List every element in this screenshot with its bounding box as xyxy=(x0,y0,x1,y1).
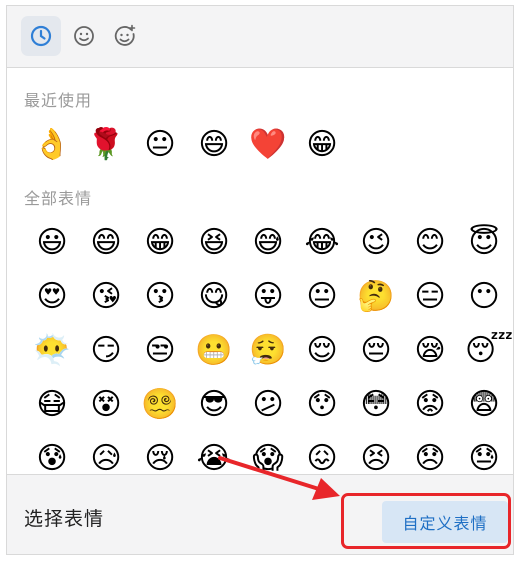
emoji-item[interactable]: 😣 xyxy=(357,440,395,478)
emoji-item[interactable]: 😥 xyxy=(87,440,125,478)
tab-emoji[interactable] xyxy=(64,16,104,56)
clock-icon xyxy=(30,25,52,47)
emoji-item[interactable]: 😎 xyxy=(195,386,233,424)
emoji-item[interactable]: 😌 xyxy=(303,332,341,370)
emoji-item[interactable]: 😮‍💨 xyxy=(249,332,287,370)
emoji-item[interactable]: 🤔 xyxy=(357,278,395,316)
emoji-item[interactable]: 😂 xyxy=(303,224,341,262)
emoji-item[interactable]: 😖 xyxy=(303,440,341,478)
emoji-item[interactable]: 😵‍💫 xyxy=(141,386,179,424)
emoji-item[interactable]: 😆 xyxy=(195,224,233,262)
emoji-item[interactable]: 😊 xyxy=(411,224,449,262)
recent-emoji[interactable]: 😐 xyxy=(141,126,179,164)
section-title-all: 全部表情 xyxy=(24,189,93,208)
emoji-item[interactable]: 😱 xyxy=(249,440,287,478)
emoji-item[interactable]: 😬 xyxy=(195,332,233,370)
emoji-item[interactable]: 😕 xyxy=(249,386,287,424)
footer-title: 选择表情 xyxy=(24,508,105,530)
recent-emoji[interactable]: 🌹 xyxy=(87,126,125,164)
emoji-item[interactable]: 😔 xyxy=(357,332,395,370)
emoji-item[interactable]: 😐 xyxy=(303,278,341,316)
emoji-item[interactable]: 😴 xyxy=(465,332,513,370)
emoji-item[interactable]: 😯 xyxy=(303,386,341,424)
emoji-item[interactable]: 😑 xyxy=(411,278,449,316)
emoji-item[interactable]: 😉 xyxy=(357,224,395,262)
emoji-item[interactable]: 😃 xyxy=(33,224,71,262)
tab-sticker[interactable] xyxy=(105,16,145,56)
recent-emoji[interactable]: 😄 xyxy=(195,126,233,164)
emoji-item[interactable]: 😘 xyxy=(87,278,125,316)
emoji-item[interactable]: 😶 xyxy=(465,278,503,316)
recent-emoji[interactable]: 😁 xyxy=(303,126,341,164)
emoji-item[interactable]: 😁 xyxy=(141,224,179,262)
emoji-item[interactable]: 😒 xyxy=(141,332,179,370)
emoji-item[interactable]: 😰 xyxy=(33,440,71,478)
emoji-item[interactable]: 😓 xyxy=(465,440,503,478)
emoji-item[interactable]: 😵 xyxy=(87,386,125,424)
emoji-item[interactable]: 😏 xyxy=(87,332,125,370)
emoji-item[interactable]: 😟 xyxy=(411,386,449,424)
emoji-item[interactable]: 😛 xyxy=(249,278,287,316)
picker-footer: 选择表情 自定义表情 xyxy=(7,474,513,554)
emoji-item[interactable]: 😭 xyxy=(195,440,233,478)
emoji-item[interactable]: 😗 xyxy=(141,278,179,316)
emoji-item[interactable]: 😞 xyxy=(411,440,449,478)
emoji-item[interactable]: 😷 xyxy=(33,386,71,424)
recent-emoji[interactable]: 👌 xyxy=(33,126,71,164)
emoji-item[interactable]: 😪 xyxy=(411,332,449,370)
custom-emoji-button[interactable]: 自定义表情 xyxy=(382,501,508,543)
sticker-face-icon xyxy=(114,24,136,46)
emoji-item[interactable]: 😳 xyxy=(357,386,395,424)
section-title-recent: 最近使用 xyxy=(24,91,93,110)
emoji-item[interactable]: 😶‍🌫️ xyxy=(33,332,71,370)
emoji-item[interactable]: 😍 xyxy=(33,278,71,316)
emoji-item[interactable]: 😅 xyxy=(249,224,287,262)
emoji-item[interactable]: 😨 xyxy=(465,386,503,424)
smiley-face-icon xyxy=(74,26,94,46)
tab-recent[interactable] xyxy=(21,16,61,56)
emoji-picker-panel: 最近使用 👌 🌹 😐 😄 ❤️ 😁 全部表情 😃 😄 😁 😆 😅 😂 😉 😊 😇 😍 😘 😗 😋 😛 😐 🤔 😑 😶 😶‍🌫️… xyxy=(6,5,514,555)
emoji-item[interactable]: 😇 xyxy=(465,224,503,262)
emoji-item[interactable]: 😋 xyxy=(195,278,233,316)
custom-emoji-highlight-box: 自定义表情 xyxy=(341,493,511,549)
emoji-item[interactable]: 😄 xyxy=(87,224,125,262)
recent-emoji[interactable]: ❤️ xyxy=(249,126,287,164)
emoji-tab-bar xyxy=(7,6,513,68)
emoji-item[interactable]: 😢 xyxy=(141,440,179,478)
